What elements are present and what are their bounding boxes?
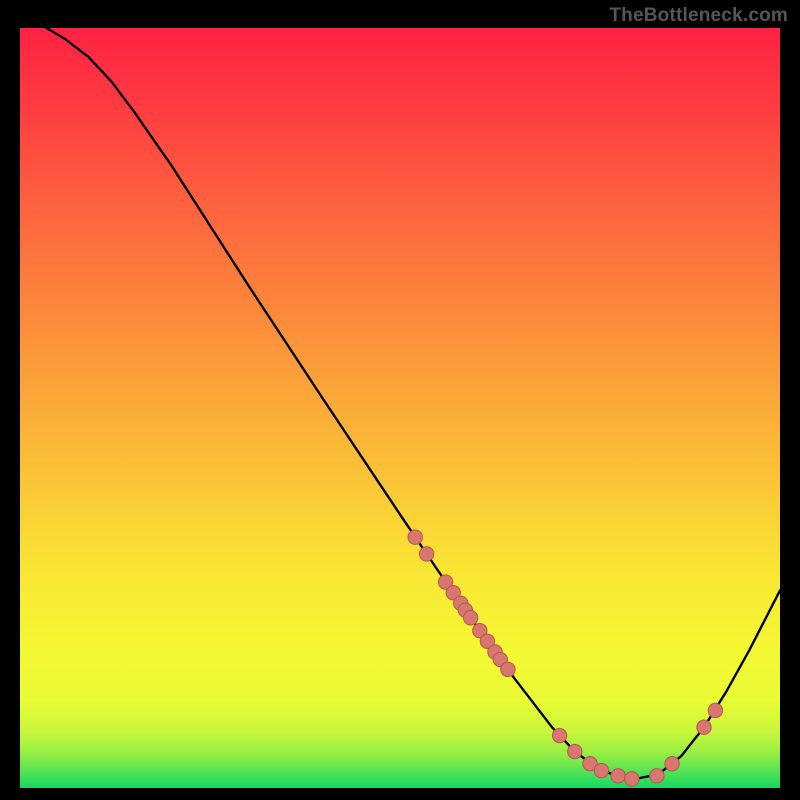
data-point (650, 769, 664, 783)
attribution-text: TheBottleneck.com (609, 5, 788, 27)
data-point (463, 611, 477, 625)
chart-container: TheBottleneck.com (0, 0, 800, 800)
chart-svg (20, 28, 780, 788)
data-point (501, 662, 515, 676)
data-point (568, 744, 582, 758)
data-point (552, 728, 566, 742)
data-point (419, 547, 433, 561)
gradient-background (20, 28, 780, 788)
data-point (408, 530, 422, 544)
data-point (697, 720, 711, 734)
plot-area (20, 28, 780, 788)
data-point (708, 703, 722, 717)
data-point (611, 769, 625, 783)
data-point (625, 772, 639, 786)
data-point (665, 756, 679, 770)
data-point (594, 763, 608, 777)
